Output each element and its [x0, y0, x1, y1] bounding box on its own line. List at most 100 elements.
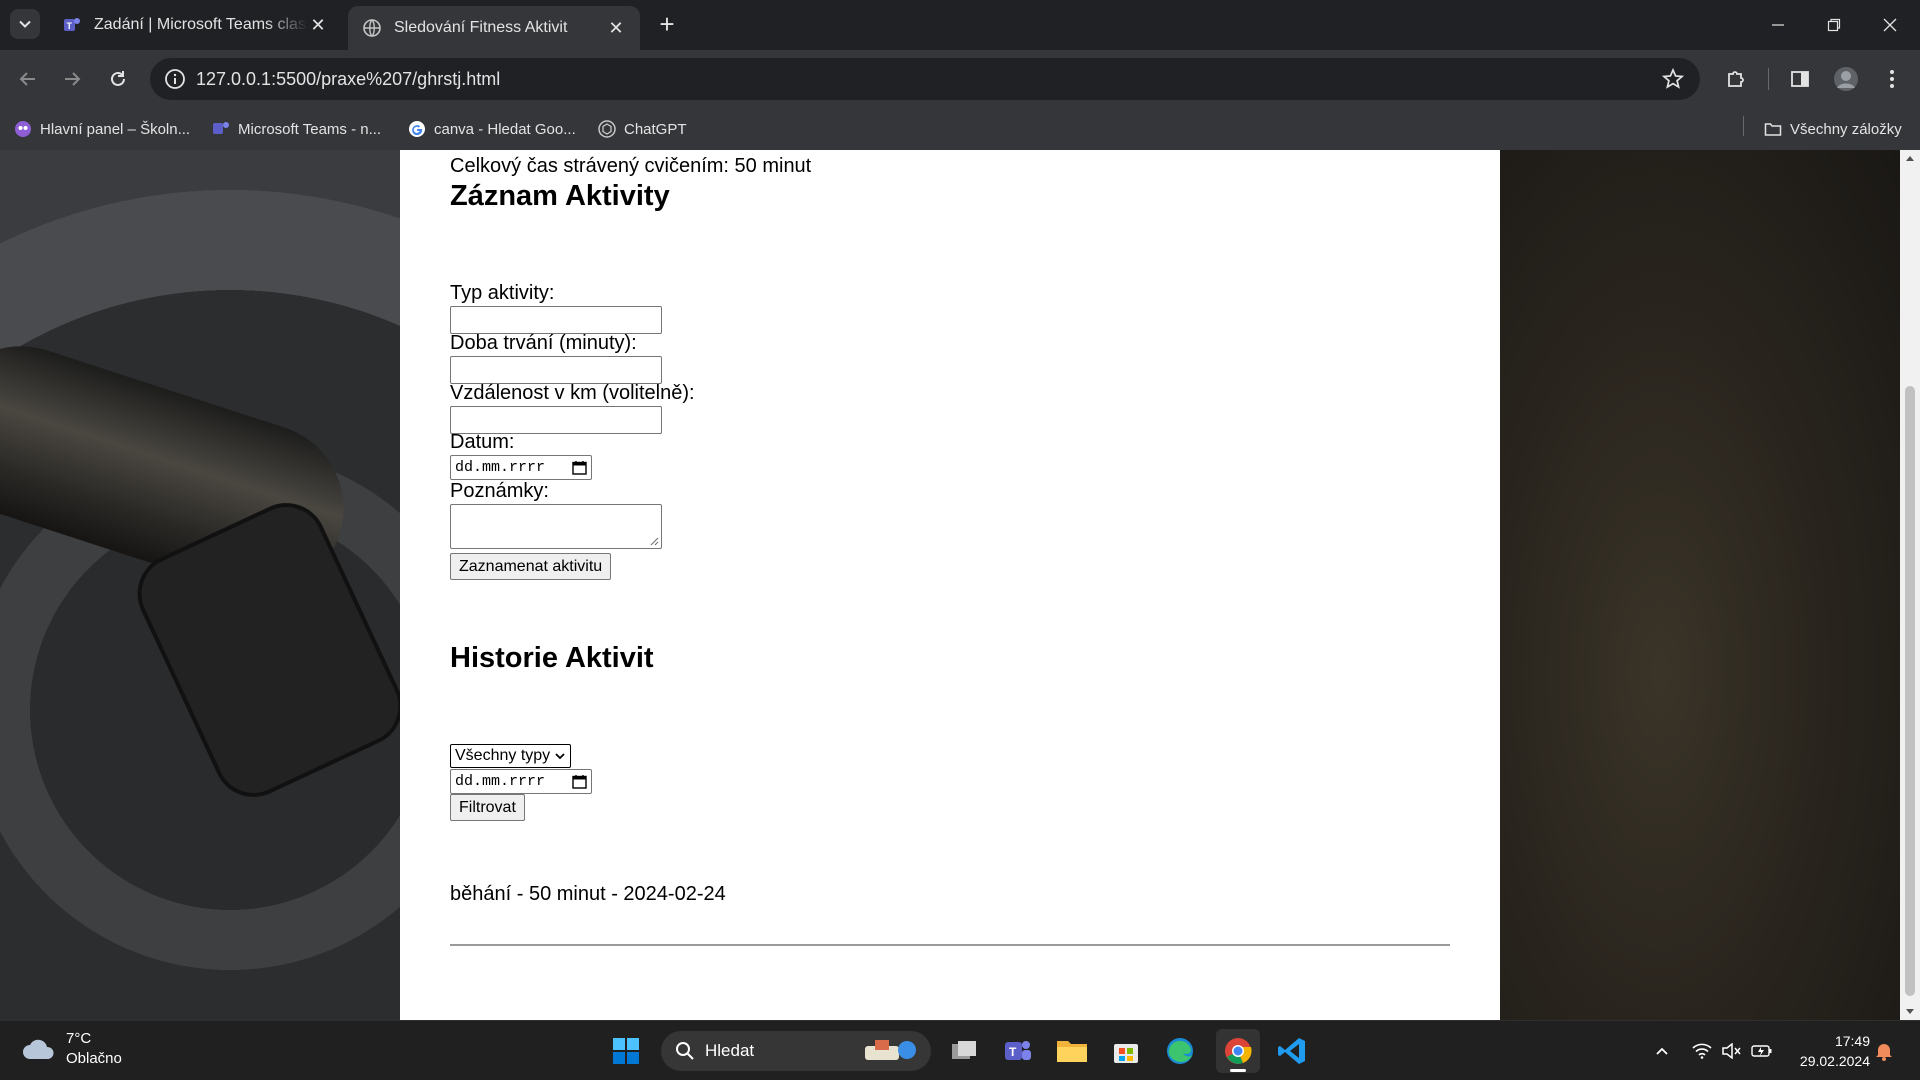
teams-icon: T: [64, 18, 80, 31]
side-panel-icon: [1791, 71, 1809, 87]
search-placeholder: Hledat: [705, 1041, 755, 1060]
taskbar-store[interactable]: [1104, 1029, 1148, 1073]
extensions-button[interactable]: [1722, 65, 1750, 93]
minimize-icon: [1772, 24, 1784, 26]
tab-title: Sledování Fitness Aktivit: [394, 19, 568, 36]
wifi-button[interactable]: [1690, 1039, 1714, 1063]
tab-search-button[interactable]: [10, 9, 40, 39]
filter-button[interactable]: Filtrovat: [450, 794, 525, 821]
show-hidden-icons-button[interactable]: [1650, 1039, 1674, 1063]
google-icon: [409, 121, 425, 137]
taskbar-edge[interactable]: [1158, 1029, 1202, 1073]
duration-input[interactable]: [450, 356, 662, 384]
side-panel-button[interactable]: [1786, 65, 1814, 93]
active-app-indicator: [1230, 1069, 1246, 1072]
page-scrollbar[interactable]: [1900, 150, 1920, 1020]
record-heading: Záznam Aktivity: [450, 180, 670, 212]
activity-type-filter-select[interactable]: Všechny typy: [450, 744, 572, 768]
teams-icon: T: [1005, 1041, 1031, 1060]
url-text[interactable]: 127.0.0.1:5500/praxe%207/ghrstj.html: [196, 69, 500, 90]
weather-temp: 7°C: [66, 1030, 92, 1047]
tab-fitness[interactable]: Sledování Fitness Aktivit ✕: [348, 6, 640, 50]
start-button[interactable]: [604, 1029, 648, 1073]
restore-button[interactable]: [1806, 0, 1862, 50]
main-content: Celkový čas strávený cvičením: 50 minut …: [400, 150, 1500, 1020]
wifi-icon: [1692, 1043, 1712, 1059]
taskbar-teams[interactable]: T: [996, 1029, 1040, 1073]
arrow-left-icon: [19, 72, 35, 86]
arrow-right-icon: [65, 72, 81, 86]
date-placeholder: dd.mm.rrrr: [455, 459, 546, 476]
tab-teams[interactable]: T Zadání | Microsoft Teams classic ✕: [48, 6, 342, 44]
minimize-button[interactable]: [1750, 0, 1806, 50]
bookmark-item[interactable]: canva - Hledat Goo...: [408, 116, 576, 142]
folder-icon: [1764, 123, 1782, 136]
bookmarks-divider: [1743, 116, 1744, 136]
bookmark-label: ChatGPT: [624, 120, 687, 138]
all-bookmarks-label: Všechny záložky: [1790, 120, 1902, 138]
taskbar-vscode[interactable]: [1270, 1029, 1314, 1073]
bookmark-star-icon[interactable]: [1662, 68, 1684, 90]
close-window-button[interactable]: [1862, 0, 1918, 50]
date-placeholder: dd.mm.rrrr: [455, 773, 546, 790]
notifications-button[interactable]: [1872, 1039, 1896, 1063]
taskbar-clock[interactable]: 17:49 29.02.2024: [1788, 1031, 1870, 1071]
weather-widget[interactable]: 7°C Oblačno: [22, 1029, 122, 1069]
close-icon: [1883, 18, 1897, 32]
taskbar-chrome[interactable]: [1216, 1029, 1260, 1073]
background-weight-plate-image: [0, 150, 416, 1020]
history-divider: [450, 944, 1450, 946]
date-label: Datum:: [450, 431, 515, 453]
scroll-up-button[interactable]: [1900, 150, 1920, 166]
vscode-icon: [1278, 1038, 1305, 1064]
back-button[interactable]: [12, 63, 44, 95]
bookmark-item[interactable]: Microsoft Teams - n...: [212, 116, 381, 142]
resize-grip-icon[interactable]: [650, 537, 659, 546]
filter-date-input[interactable]: dd.mm.rrrr: [450, 769, 592, 794]
search-icon: [676, 1042, 694, 1060]
reload-button[interactable]: [102, 63, 134, 95]
bookmark-label: Hlavní panel – Školn...: [40, 120, 191, 138]
more-vert-icon: [1890, 70, 1894, 88]
all-bookmarks-button[interactable]: Všechny záložky: [1764, 116, 1902, 142]
new-tab-button[interactable]: +: [652, 10, 682, 40]
battery-charging-icon: [1751, 1045, 1772, 1057]
address-bar[interactable]: 127.0.0.1:5500/praxe%207/ghrstj.html: [150, 58, 1700, 100]
bookmark-item[interactable]: ChatGPT: [598, 116, 687, 142]
calendar-icon[interactable]: [572, 460, 587, 475]
avatar-icon: [1834, 67, 1858, 91]
chevron-down-icon: [19, 20, 31, 28]
task-view-button[interactable]: [942, 1029, 986, 1073]
reload-icon: [111, 71, 125, 86]
taskbar-search[interactable]: Hledat: [661, 1031, 931, 1071]
tab-bar: T Zadání | Microsoft Teams classic ✕ Sle…: [0, 0, 1920, 50]
scrollbar-thumb[interactable]: [1905, 386, 1915, 996]
record-activity-button[interactable]: Zaznamenat aktivitu: [450, 553, 612, 580]
weather-condition: Oblačno: [66, 1050, 122, 1067]
forward-button[interactable]: [56, 63, 88, 95]
browser-toolbar: 127.0.0.1:5500/praxe%207/ghrstj.html: [0, 50, 1920, 108]
activity-type-input[interactable]: [450, 306, 662, 334]
bookmark-item[interactable]: Hlavní panel – Školn...: [14, 116, 190, 142]
menu-button[interactable]: [1878, 65, 1906, 93]
folder-icon: [1057, 1041, 1087, 1062]
scroll-down-button[interactable]: [1900, 1004, 1920, 1020]
svg-text:T: T: [1009, 1045, 1017, 1059]
tab-close-icon[interactable]: ✕: [606, 18, 626, 39]
calendar-icon[interactable]: [572, 774, 587, 789]
globe-icon: [363, 19, 381, 37]
arrow-up-icon: [1906, 156, 1914, 161]
distance-label: Vzdálenost v km (volitelně):: [450, 382, 695, 404]
volume-button[interactable]: [1720, 1039, 1744, 1063]
distance-input[interactable]: [450, 406, 662, 434]
battery-button[interactable]: [1750, 1039, 1774, 1063]
date-input[interactable]: dd.mm.rrrr: [450, 455, 592, 480]
tab-close-icon[interactable]: ✕: [308, 15, 328, 36]
taskbar-file-explorer[interactable]: [1050, 1029, 1094, 1073]
bell-icon: [1876, 1044, 1892, 1061]
notes-textarea[interactable]: [450, 504, 662, 549]
select-value: Všechny typy: [455, 747, 551, 764]
profile-button[interactable]: [1832, 65, 1860, 93]
info-icon[interactable]: [164, 68, 186, 90]
page-viewport: Celkový čas strávený cvičením: 50 minut …: [0, 150, 1900, 1020]
